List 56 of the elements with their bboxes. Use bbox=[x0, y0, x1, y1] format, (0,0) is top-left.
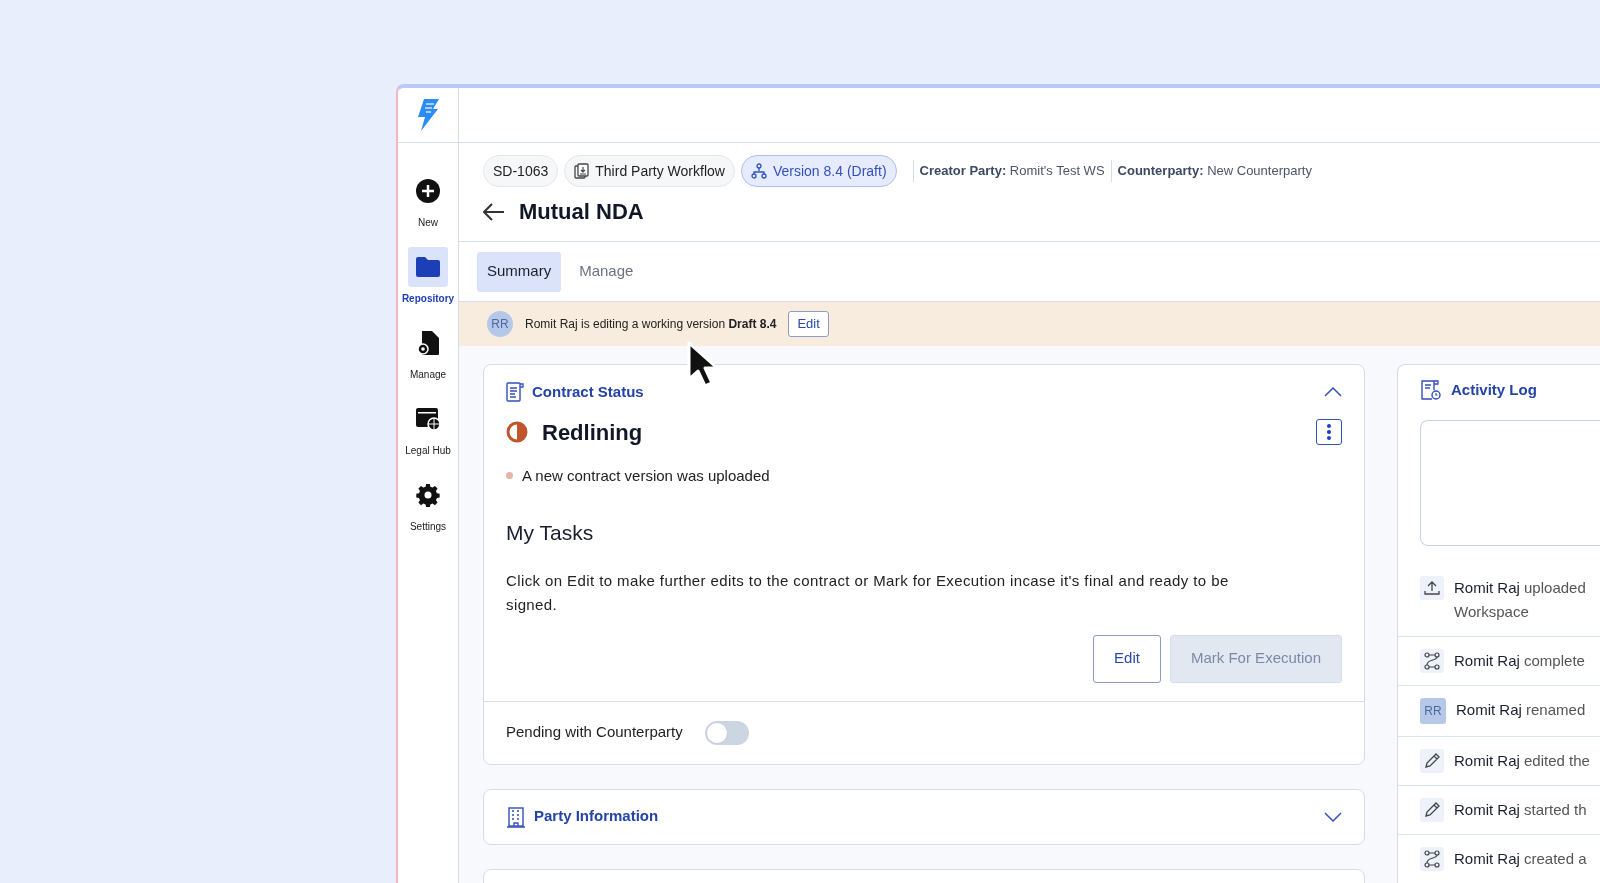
collapse-chevron-icon[interactable] bbox=[1324, 387, 1342, 398]
activity-text: Workspace bbox=[1454, 601, 1530, 622]
half-circle-status-icon bbox=[506, 421, 528, 443]
activity-text: Romit Raj edited the bbox=[1454, 750, 1590, 771]
tab[interactable]: Manage bbox=[569, 251, 644, 292]
page-title: Mutual NDA bbox=[519, 198, 644, 226]
status-label: Redlining bbox=[542, 418, 644, 447]
more-options-button[interactable] bbox=[1316, 419, 1342, 445]
expand-chevron-icon[interactable] bbox=[1324, 811, 1342, 822]
avatar: RR bbox=[487, 311, 513, 337]
section-title: Party Information bbox=[534, 806, 660, 827]
pencil-icon bbox=[1420, 748, 1444, 773]
back-arrow-icon[interactable] bbox=[483, 202, 505, 221]
settings-icon bbox=[416, 483, 440, 507]
toggle-switch[interactable] bbox=[704, 720, 749, 745]
party-information-card[interactable]: Party Information bbox=[483, 788, 1365, 845]
edit-button[interactable]: Edit bbox=[788, 311, 829, 337]
activity-text: Romit Raj complete bbox=[1454, 650, 1585, 671]
activity-text: Romit Raj created a bbox=[1454, 848, 1587, 869]
plus-circle-icon bbox=[415, 178, 441, 204]
folder-icon bbox=[415, 256, 441, 278]
workflow-icon bbox=[1420, 648, 1444, 673]
section-title: Activity Log bbox=[1451, 380, 1537, 400]
toggle-label: Pending with Counterparty bbox=[506, 722, 683, 743]
edit-button[interactable]: Edit bbox=[1093, 634, 1161, 683]
tag: Version 8.4 (Draft) bbox=[740, 155, 897, 187]
document-gear-icon bbox=[416, 330, 440, 356]
tag: Third Party Workflow bbox=[564, 155, 735, 187]
editing-notice: Romit Raj is editing a working version Draft 8.4 bbox=[525, 316, 777, 333]
sidebar-item[interactable]: Repository bbox=[402, 245, 454, 307]
tag: SD-1063 bbox=[483, 155, 559, 187]
activity-text: Romit Raj renamed bbox=[1456, 699, 1586, 720]
sidebar-item[interactable]: Settings bbox=[402, 473, 454, 535]
status-note: A new contract version was uploaded bbox=[522, 465, 770, 486]
sidebar-item[interactable]: Legal Hub bbox=[402, 397, 454, 459]
building-icon bbox=[506, 805, 526, 828]
avatar: RR bbox=[1420, 697, 1446, 724]
meta-field: Creator Party: Romit's Test WS bbox=[919, 161, 1105, 181]
tab[interactable]: Summary bbox=[477, 251, 562, 292]
sidebar-item[interactable]: Manage bbox=[402, 321, 454, 383]
document-icon bbox=[506, 382, 524, 403]
section-title: Contract Status bbox=[532, 382, 645, 402]
sidebar-item[interactable]: New bbox=[402, 169, 454, 231]
lightning-logo-icon bbox=[415, 99, 441, 131]
activity-text: Romit Raj uploaded bbox=[1454, 577, 1586, 598]
meta-field: Counterparty: New Counterparty bbox=[1117, 161, 1312, 181]
branch-icon bbox=[750, 163, 767, 179]
upload-icon bbox=[1420, 575, 1444, 600]
document-clock-icon bbox=[1420, 379, 1442, 402]
workflow-icon bbox=[1420, 846, 1444, 871]
browser-globe-icon bbox=[415, 407, 441, 431]
pencil-icon bbox=[1420, 797, 1444, 822]
tasks-description: Click on Edit to make further edits to the contract or Mark for Execution incase it's final and ready to be signed. bbox=[506, 570, 1230, 615]
tasks-heading: My Tasks bbox=[505, 520, 595, 546]
document-download-icon bbox=[574, 163, 590, 179]
activity-text: Romit Raj started th bbox=[1454, 799, 1587, 820]
